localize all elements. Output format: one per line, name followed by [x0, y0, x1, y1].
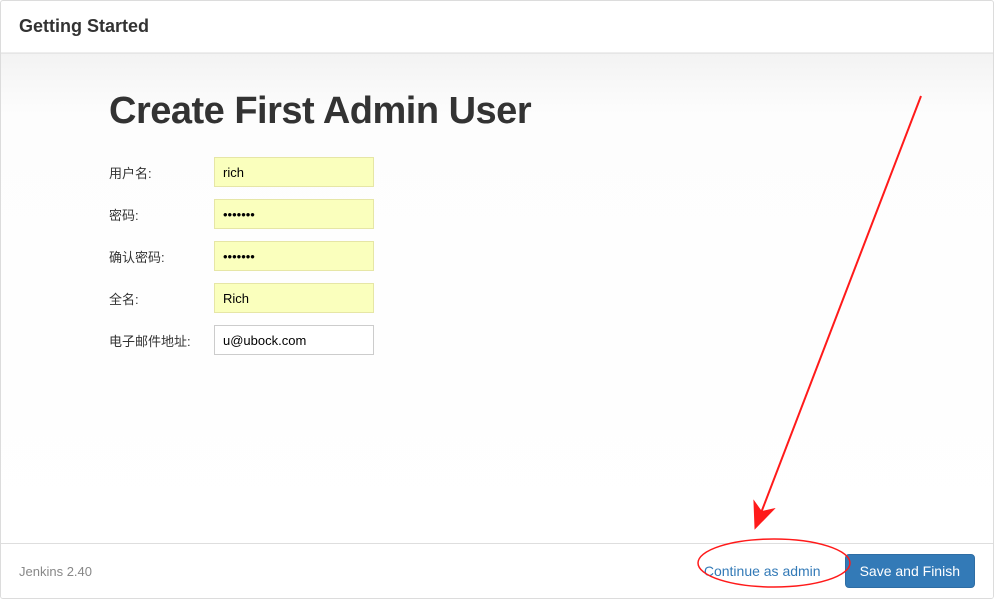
- fullname-label: 全名:: [109, 289, 214, 308]
- form-row-confirm-password: 确认密码:: [109, 235, 975, 277]
- email-label: 电子邮件地址:: [109, 331, 214, 350]
- continue-as-admin-link[interactable]: Continue as admin: [690, 554, 835, 588]
- admin-user-form: 用户名: 密码: 确认密码: 全名: 电子邮件地址:: [109, 151, 975, 361]
- form-row-password: 密码:: [109, 193, 975, 235]
- confirm-password-input[interactable]: [214, 241, 374, 271]
- username-label: 用户名:: [109, 163, 214, 182]
- content-area: Create First Admin User 用户名: 密码: 确认密码: 全…: [1, 53, 993, 543]
- form-row-email: 电子邮件地址:: [109, 319, 975, 361]
- username-input[interactable]: [214, 157, 374, 187]
- setup-wizard-window: Getting Started Create First Admin User …: [0, 0, 994, 599]
- confirm-password-label: 确认密码:: [109, 247, 214, 266]
- fullname-input[interactable]: [214, 283, 374, 313]
- password-label: 密码:: [109, 205, 214, 224]
- header-title: Getting Started: [19, 16, 149, 37]
- email-input[interactable]: [214, 325, 374, 355]
- page-title: Create First Admin User: [109, 90, 975, 133]
- form-row-username: 用户名:: [109, 151, 975, 193]
- footer: Jenkins 2.40 Continue as admin Save and …: [1, 543, 993, 598]
- header: Getting Started: [1, 1, 993, 53]
- version-label: Jenkins 2.40: [19, 564, 92, 579]
- save-and-finish-button[interactable]: Save and Finish: [845, 554, 975, 588]
- password-input[interactable]: [214, 199, 374, 229]
- form-row-fullname: 全名:: [109, 277, 975, 319]
